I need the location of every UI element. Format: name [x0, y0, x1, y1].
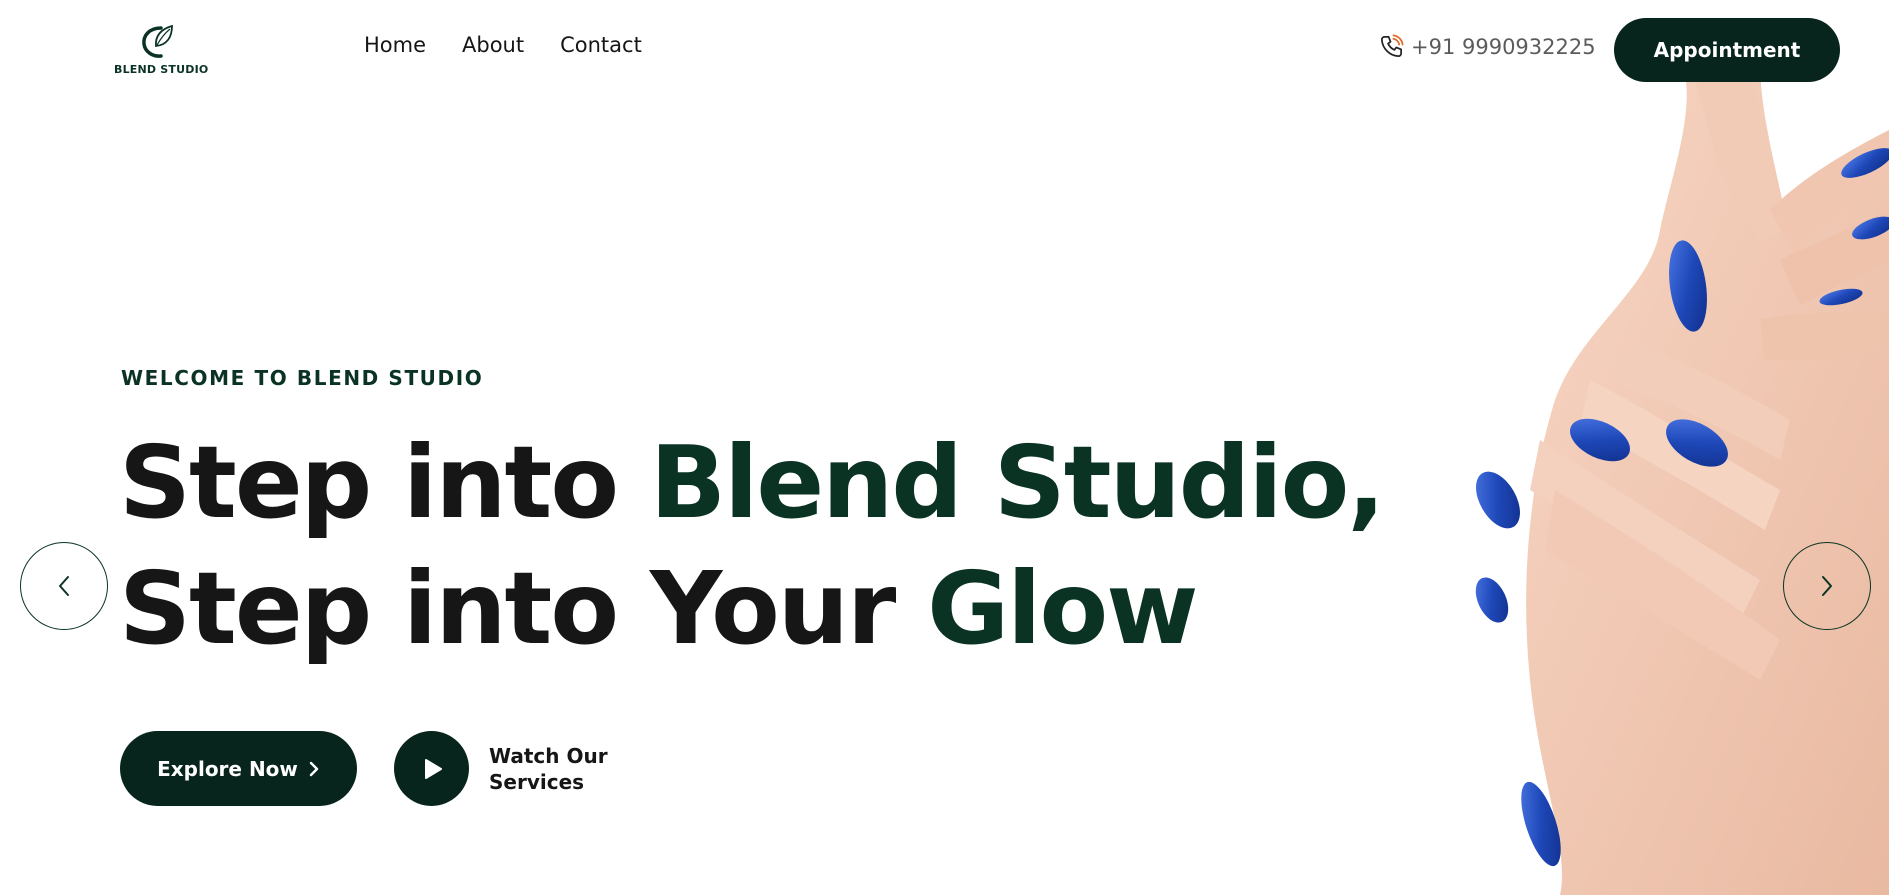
site-header: BLEND STUDIO Home About Contact +91 9990… [0, 0, 1889, 96]
carousel-next-button[interactable] [1783, 542, 1871, 630]
carousel-prev-button[interactable] [20, 542, 108, 630]
nav-item-contact[interactable]: Contact [560, 33, 642, 57]
nav-item-home[interactable]: Home [364, 33, 426, 57]
phone-icon [1380, 34, 1404, 58]
play-icon [424, 758, 442, 779]
phone-number: +91 9990932225 [1411, 34, 1596, 59]
chevron-left-icon [59, 576, 69, 596]
brand-logo[interactable]: BLEND STUDIO [114, 22, 209, 78]
headline-line1-accent: Blend Studio, [649, 424, 1385, 541]
headline-line1-plain: Step into [119, 424, 650, 541]
hero-hands-image [1475, 60, 1889, 895]
nav-item-about[interactable]: About [462, 33, 524, 57]
hero-headline: Step into Blend Studio, Step into Your G… [119, 420, 1385, 672]
watch-services-label: Watch Our Services [489, 743, 608, 794]
hero-eyebrow: WELCOME TO BLEND STUDIO [121, 366, 484, 390]
headline-line2-plain: Step into Your [119, 550, 928, 667]
phone-contact[interactable]: +91 9990932225 [1378, 33, 1596, 60]
headline-line2-accent: Glow [927, 550, 1198, 667]
explore-now-button[interactable]: Explore Now [120, 731, 357, 806]
main-nav: Home About Contact [364, 33, 642, 57]
chevron-right-icon [309, 761, 319, 776]
play-button[interactable] [394, 731, 469, 806]
watch-services-link[interactable]: Watch Our Services [394, 731, 619, 806]
explore-now-label: Explore Now [157, 756, 298, 781]
brand-name: BLEND STUDIO [114, 63, 209, 76]
appointment-button[interactable]: Appointment [1614, 18, 1840, 82]
chevron-right-icon [1822, 576, 1832, 596]
leaf-swirl-icon [142, 24, 173, 58]
